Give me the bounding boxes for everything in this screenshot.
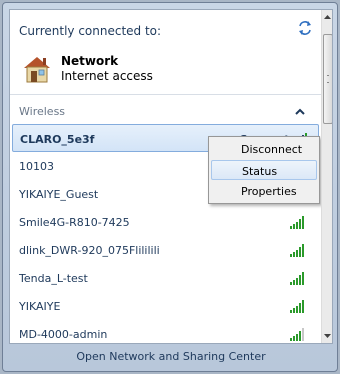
menu-item-label: Properties <box>241 185 297 198</box>
chevron-up-icon[interactable] <box>294 106 306 118</box>
menu-item-properties[interactable]: Properties <box>211 181 317 201</box>
current-network-status: Internet access <box>61 69 153 83</box>
network-item-smile4g[interactable]: Smile4G-R810-7425 <box>10 208 321 236</box>
house-icon <box>24 57 50 83</box>
network-item-md4000[interactable]: MD-4000-admin <box>10 320 321 343</box>
network-flyout: Currently connected to: Network Internet… <box>2 2 338 372</box>
signal-strength-icon <box>290 216 304 229</box>
signal-strength-icon <box>290 244 304 257</box>
network-name: dlink_DWR-920_075Flililili <box>19 244 160 257</box>
open-network-center-link[interactable]: Open Network and Sharing Center <box>3 350 339 363</box>
connected-header: Currently connected to: <box>19 24 162 38</box>
network-name: Tenda_L-test <box>19 272 88 285</box>
network-item-yikaiye[interactable]: YIKAIYE <box>10 292 321 320</box>
menu-item-disconnect[interactable]: Disconnect <box>211 139 317 159</box>
scrollbar-thumb[interactable] <box>323 34 332 124</box>
context-menu: Disconnect Status Properties <box>208 136 320 204</box>
network-name: YIKAIYE_Guest <box>19 188 99 201</box>
menu-item-label: Status <box>242 165 278 178</box>
signal-strength-icon <box>290 328 304 341</box>
network-name: MD-4000-admin <box>19 328 108 341</box>
network-item-tenda[interactable]: Tenda_L-test <box>10 264 321 292</box>
scrollbar-grip <box>327 75 329 83</box>
scroll-down-arrow-icon[interactable] <box>322 329 333 343</box>
scroll-up-arrow-icon[interactable] <box>322 10 333 24</box>
refresh-arrows-icon[interactable] <box>297 20 313 36</box>
divider <box>10 94 321 95</box>
network-item-dlink[interactable]: dlink_DWR-920_075Flililili <box>10 236 321 264</box>
network-name: YIKAIYE <box>19 300 61 313</box>
signal-strength-icon <box>290 300 304 313</box>
network-name: CLARO_5e3f <box>20 133 95 146</box>
current-network-name: Network <box>61 54 119 68</box>
network-name: Smile4G-R810-7425 <box>19 216 130 229</box>
menu-item-label: Disconnect <box>241 143 303 156</box>
flyout-footer: Open Network and Sharing Center <box>3 344 339 373</box>
network-list-content: Currently connected to: Network Internet… <box>10 10 321 343</box>
wireless-section-label: Wireless <box>19 105 66 118</box>
network-list-panel: Currently connected to: Network Internet… <box>9 9 333 344</box>
network-name: 10103 <box>19 160 54 173</box>
signal-strength-icon <box>290 272 304 285</box>
menu-item-status[interactable]: Status <box>211 160 317 180</box>
vertical-scrollbar[interactable] <box>321 10 332 343</box>
